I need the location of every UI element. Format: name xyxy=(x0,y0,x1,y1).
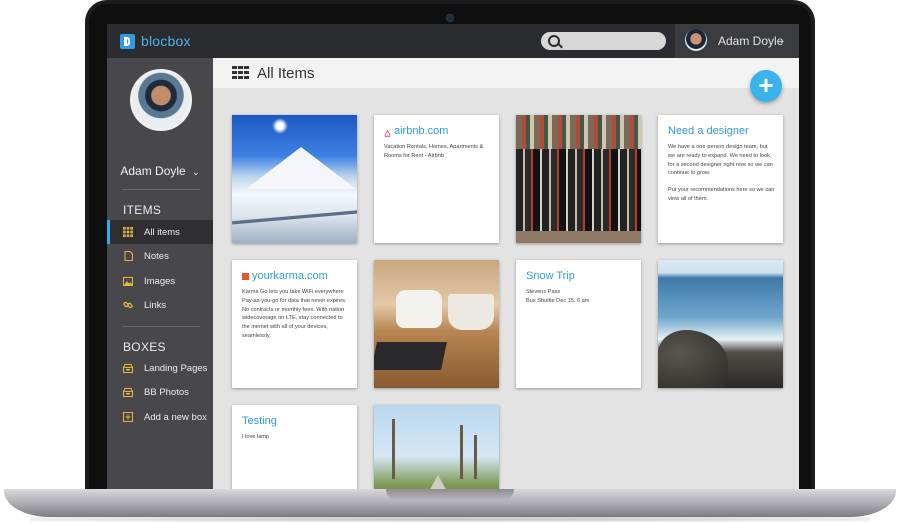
avatar xyxy=(685,29,707,51)
add-item-button[interactable]: + xyxy=(750,70,782,102)
link-card-yourkarma[interactable]: yourkarma.com Karma Go lets you take WiF… xyxy=(232,260,357,388)
card-title-text: airbnb.com xyxy=(394,125,449,137)
camera-icon xyxy=(446,14,454,22)
top-bar: blocbox Adam Doyle ⌄ xyxy=(107,24,799,58)
sidebar-box-bb-photos[interactable]: BB Photos xyxy=(107,380,213,404)
card-body-paragraph: We have a one-person design team, but we… xyxy=(668,144,773,177)
laptop-shadow xyxy=(30,516,870,522)
sidebar-item-images[interactable]: Images xyxy=(107,269,213,293)
profile-name[interactable]: Adam Doyle ⌄ xyxy=(107,164,213,178)
airbnb-icon xyxy=(384,128,391,137)
sidebar-divider xyxy=(122,189,200,190)
palm-tree xyxy=(474,435,477,479)
card-title-text: Need a designer xyxy=(668,125,749,137)
card-body: I love lamp xyxy=(242,434,270,440)
road xyxy=(416,475,460,490)
sugar-pot xyxy=(396,290,442,328)
card-body: We have a one-person design team, but we… xyxy=(668,143,776,204)
card-title: yourkarma.com xyxy=(242,270,328,282)
card-title: Need a designer xyxy=(668,125,749,137)
sidebar-add-box[interactable]: Add a new box xyxy=(107,405,213,429)
coastal-rocks xyxy=(658,330,728,388)
sidebar-box-landing-pages[interactable]: Landing Pages xyxy=(107,356,213,380)
note-icon xyxy=(123,251,133,261)
coffee-cup xyxy=(448,294,494,330)
image-card-snowy-mountain[interactable] xyxy=(232,115,357,243)
sidebar-item-label: Images xyxy=(144,275,176,287)
user-menu[interactable]: Adam Doyle ⌄ xyxy=(675,24,799,58)
laptop-keyboard xyxy=(374,342,447,370)
card-body: Karma Go lets you take WiFi everywhere P… xyxy=(242,289,347,339)
image-card-coastline[interactable] xyxy=(658,260,783,388)
card-body-line: Stevens Pass xyxy=(526,289,561,295)
note-card-snow-trip[interactable]: Snow Trip Stevens Pass Bus Shuttle Dec 1… xyxy=(516,260,641,388)
card-title: Testing xyxy=(242,415,277,427)
link-card-airbnb[interactable]: airbnb.com Vacation Rentals, Homes, Apar… xyxy=(374,115,499,243)
sidebar-divider xyxy=(122,326,200,327)
box-icon xyxy=(123,363,133,373)
user-name: Adam Doyle xyxy=(718,34,784,48)
sidebar-item-label: Landing Pages xyxy=(144,362,208,374)
card-title: airbnb.com xyxy=(384,125,448,137)
card-body: Vacation Rentals, Homes, Apartments & Ro… xyxy=(384,144,484,159)
brand-name: blocbox xyxy=(141,33,191,49)
image-card-coffee[interactable] xyxy=(374,260,499,388)
card-body-line: Bus Shuttle Dec 15, 6 am xyxy=(526,297,590,304)
sidebar-item-all-items[interactable]: All items xyxy=(107,220,213,244)
card-body: Stevens Pass Bus Shuttle Dec 15, 6 am xyxy=(526,288,634,306)
image-card-snowboards[interactable] xyxy=(516,115,641,243)
chevron-down-icon: ⌄ xyxy=(192,167,200,177)
sidebar-item-label: Add a new box xyxy=(144,411,207,423)
card-title: Snow Trip xyxy=(526,270,575,282)
note-card-need-a-designer[interactable]: Need a designer We have a one-person des… xyxy=(658,115,783,243)
search-icon xyxy=(548,35,560,47)
box-icon xyxy=(123,387,133,397)
palm-tree xyxy=(460,425,463,479)
sidebar-item-notes[interactable]: Notes xyxy=(107,244,213,268)
sidebar: Adam Doyle ⌄ ITEMS All items Notes Image… xyxy=(107,58,213,490)
card-title-text: Snow Trip xyxy=(526,270,575,282)
tree-line xyxy=(232,199,357,243)
grid-view-icon xyxy=(232,66,249,79)
board-shelf xyxy=(516,115,641,149)
search-input[interactable] xyxy=(541,32,666,50)
blocbox-logo-icon xyxy=(120,33,135,49)
grid-icon xyxy=(123,227,133,237)
profile-name-label: Adam Doyle xyxy=(120,164,186,178)
card-body-paragraph: Put your recommendations here so we can … xyxy=(668,187,775,202)
app-screen: blocbox Adam Doyle ⌄ Adam Doyle ⌄ ITEMS … xyxy=(107,24,799,490)
chevron-down-icon: ⌄ xyxy=(778,35,786,45)
sidebar-item-label: Links xyxy=(144,299,167,311)
page-header: All Items xyxy=(213,58,799,88)
palm-tree xyxy=(392,419,395,479)
items-section-title: ITEMS xyxy=(123,203,162,217)
sidebar-item-label: All items xyxy=(144,226,180,238)
laptop-base-notch xyxy=(386,489,514,501)
floor xyxy=(516,231,641,243)
profile-avatar[interactable] xyxy=(130,69,192,131)
note-card-testing[interactable]: Testing I love lamp xyxy=(232,405,357,490)
sidebar-item-label: BB Photos xyxy=(144,386,189,398)
brand[interactable]: blocbox xyxy=(120,33,191,49)
boxes-section-title: BOXES xyxy=(123,340,166,354)
card-title-text: yourkarma.com xyxy=(252,270,328,282)
active-indicator xyxy=(107,220,110,244)
karma-icon xyxy=(242,272,249,280)
sidebar-item-links[interactable]: Links xyxy=(107,293,213,317)
sun xyxy=(272,118,288,134)
sidebar-item-label: Notes xyxy=(144,250,169,262)
link-icon xyxy=(123,300,133,310)
image-card-palm-road[interactable] xyxy=(374,405,499,490)
add-box-icon xyxy=(123,412,133,422)
mountain xyxy=(246,147,356,189)
card-title-text: Testing xyxy=(242,415,277,427)
image-icon xyxy=(123,276,133,286)
page-title: All Items xyxy=(257,65,315,82)
